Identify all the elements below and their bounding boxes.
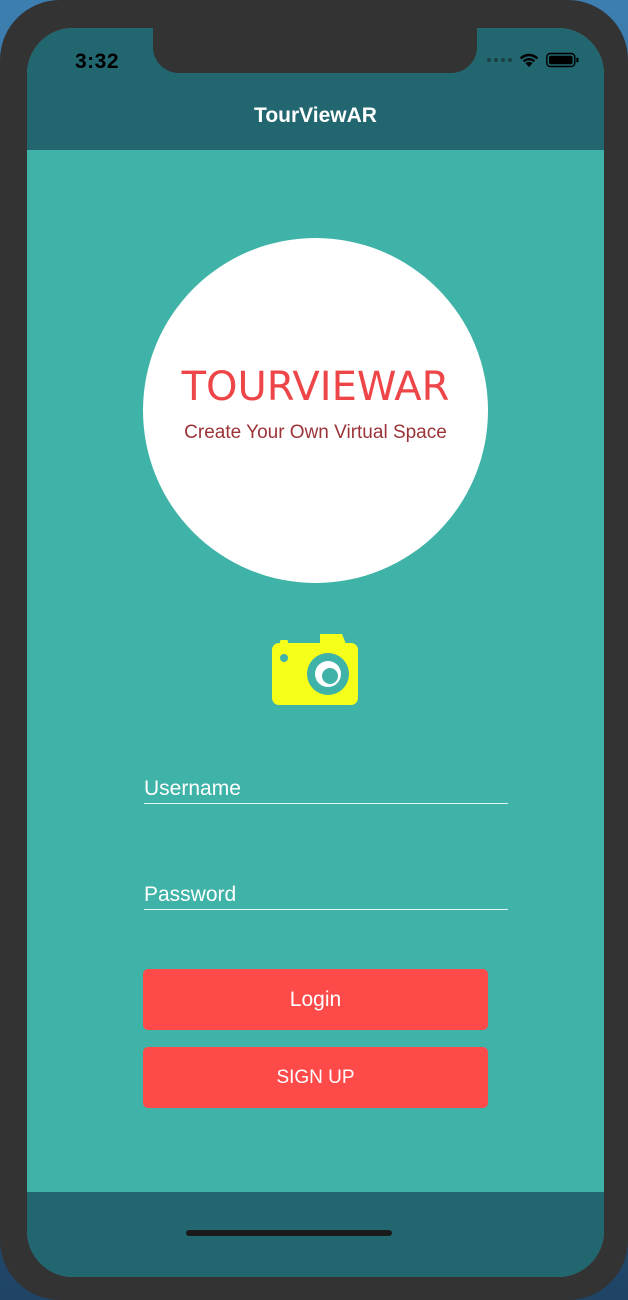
username-placeholder: Username bbox=[144, 777, 241, 800]
camera-icon[interactable] bbox=[270, 630, 360, 708]
navigation-bar: 3:32 TourViewAR bbox=[27, 28, 604, 150]
sign-up-button[interactable]: SIGN UP bbox=[143, 1047, 488, 1108]
logo-title: TOURVIEWAR bbox=[181, 364, 450, 410]
phone-frame: 3:32 TourViewAR TOURVIEWAR Create Your O… bbox=[0, 0, 628, 1300]
login-button[interactable]: Login bbox=[143, 969, 488, 1030]
signal-icon bbox=[487, 58, 512, 62]
page-title: TourViewAR bbox=[254, 104, 377, 127]
app-screen: 3:32 TourViewAR TOURVIEWAR Create Your O… bbox=[27, 28, 604, 1277]
username-field[interactable]: Username bbox=[144, 773, 508, 804]
wifi-icon bbox=[519, 53, 539, 67]
app-logo: TOURVIEWAR Create Your Own Virtual Space bbox=[143, 238, 488, 583]
status-indicators bbox=[487, 52, 580, 68]
device-notch bbox=[153, 28, 477, 73]
logo-subtitle: Create Your Own Virtual Space bbox=[184, 422, 447, 443]
password-field[interactable]: Password bbox=[144, 879, 508, 910]
home-indicator[interactable] bbox=[186, 1230, 392, 1236]
battery-icon bbox=[546, 52, 579, 68]
password-placeholder: Password bbox=[144, 883, 237, 906]
status-time: 3:32 bbox=[75, 50, 120, 73]
